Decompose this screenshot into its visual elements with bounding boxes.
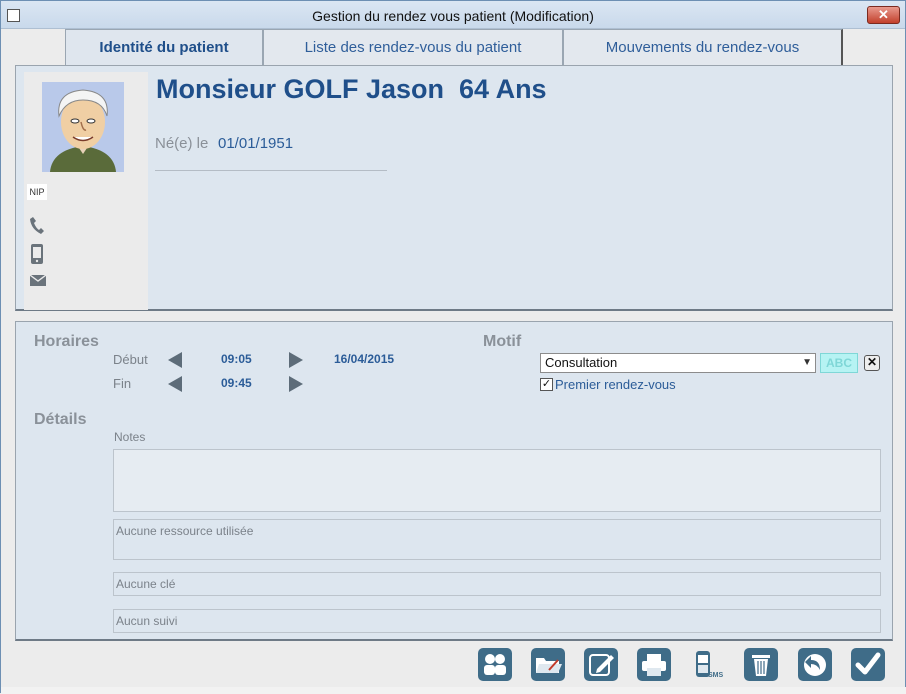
resources-field[interactable]: Aucune ressource utilisée bbox=[113, 519, 881, 560]
motif-select[interactable]: Consultation ▼ bbox=[540, 353, 816, 373]
appointment-details-panel: Horaires Début 09:05 16/04/2015 Fin 09:4… bbox=[15, 321, 893, 641]
motif-title: Motif bbox=[483, 333, 522, 350]
folder-icon[interactable] bbox=[531, 648, 565, 681]
validate-icon[interactable] bbox=[851, 648, 885, 681]
dob-label: Né(e) le bbox=[155, 135, 209, 152]
debut-time[interactable]: 09:05 bbox=[221, 352, 252, 366]
print-icon[interactable] bbox=[637, 648, 671, 681]
mobile-icon[interactable] bbox=[30, 244, 44, 269]
action-toolbar: SMS bbox=[1, 646, 906, 686]
horaires-title: Horaires bbox=[34, 333, 99, 350]
patients-icon[interactable] bbox=[478, 648, 512, 681]
delete-icon[interactable] bbox=[744, 648, 778, 681]
motif-selected-value: Consultation bbox=[545, 355, 618, 370]
nip-label: NIP bbox=[27, 184, 47, 200]
fin-later-arrow-icon[interactable] bbox=[289, 376, 303, 392]
sms-label: SMS bbox=[708, 672, 724, 679]
edit-icon[interactable] bbox=[584, 648, 618, 681]
undo-icon[interactable] bbox=[798, 648, 832, 681]
divider bbox=[155, 170, 387, 171]
details-title: Détails bbox=[34, 411, 87, 428]
debut-earlier-arrow-icon[interactable] bbox=[168, 352, 182, 368]
fin-time[interactable]: 09:45 bbox=[221, 376, 252, 390]
clear-icon[interactable]: ✕ bbox=[864, 355, 880, 371]
email-icon[interactable] bbox=[29, 273, 47, 291]
dob-value: 01/01/1951 bbox=[218, 135, 294, 152]
tab-patient-identity[interactable]: Identité du patient bbox=[65, 29, 263, 65]
tab-bar: Identité du patient Liste des rendez-vou… bbox=[65, 29, 843, 65]
appointment-date[interactable]: 16/04/2015 bbox=[334, 352, 394, 366]
first-appointment-label: Premier rendez-vous bbox=[555, 377, 676, 392]
notes-field[interactable] bbox=[113, 449, 881, 512]
appointment-window: Gestion du rendez vous patient (Modifica… bbox=[0, 0, 906, 694]
debut-label: Début bbox=[113, 352, 148, 367]
key-field[interactable]: Aucune clé bbox=[113, 572, 881, 596]
fin-label: Fin bbox=[113, 376, 132, 391]
patient-identity-panel: NIP Monsieur GOLF Jason 64 Ans Né(e) le … bbox=[15, 65, 893, 311]
spellcheck-button[interactable]: ABC bbox=[820, 353, 858, 373]
first-appointment-checkbox[interactable]: ✓ bbox=[540, 378, 553, 391]
patient-sidebar: NIP bbox=[24, 72, 148, 310]
patient-name: Monsieur GOLF Jason 64 Ans bbox=[156, 74, 547, 104]
tab-appointment-list[interactable]: Liste des rendez-vous du patient bbox=[263, 29, 563, 65]
close-button[interactable]: ✕ bbox=[867, 6, 900, 24]
fin-earlier-arrow-icon[interactable] bbox=[168, 376, 182, 392]
window-title: Gestion du rendez vous patient (Modifica… bbox=[312, 8, 594, 24]
title-bar: Gestion du rendez vous patient (Modifica… bbox=[1, 1, 905, 29]
followup-field[interactable]: Aucun suivi bbox=[113, 609, 881, 633]
tab-appointment-movements[interactable]: Mouvements du rendez-vous bbox=[563, 29, 843, 65]
patient-photo bbox=[42, 82, 124, 172]
sms-icon[interactable]: SMS bbox=[690, 648, 724, 681]
debut-later-arrow-icon[interactable] bbox=[289, 352, 303, 368]
notes-label: Notes bbox=[114, 430, 146, 444]
phone-icon[interactable] bbox=[30, 216, 44, 239]
chevron-down-icon: ▼ bbox=[802, 357, 812, 368]
